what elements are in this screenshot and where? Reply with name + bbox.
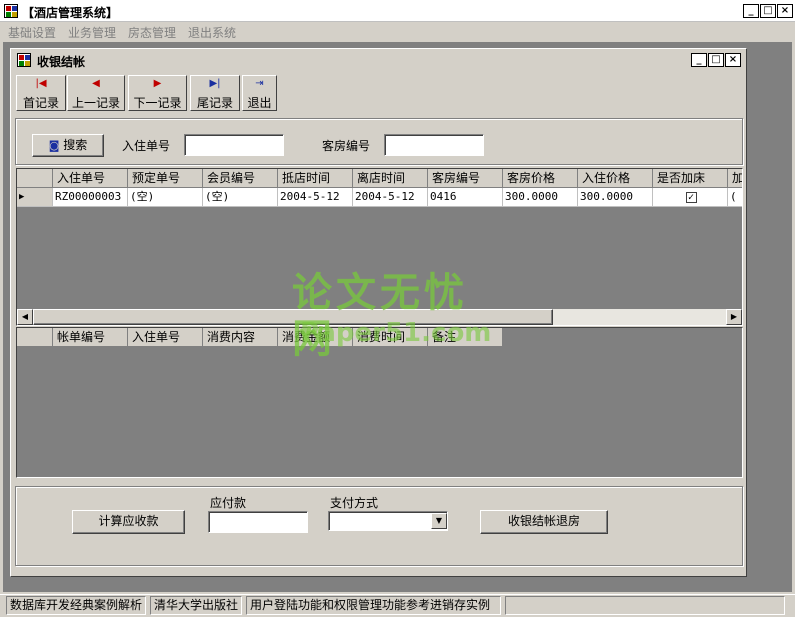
grid-header[interactable]: 消费内容 (203, 328, 278, 347)
app-icon (4, 4, 18, 18)
maximize-button[interactable]: □ (760, 4, 776, 18)
grid-header[interactable]: 入住单号 (53, 169, 128, 188)
last-record-button[interactable]: ▶| 尾记录 (190, 75, 240, 111)
status-panel-publisher: 清华大学出版社 (150, 596, 242, 615)
search-button[interactable]: ◙ 搜索 (32, 134, 104, 157)
grid-cell[interactable]: RZ00000003 (53, 188, 128, 207)
close-button[interactable]: × (777, 4, 793, 18)
grid-cell[interactable]: 2004-5-12 (278, 188, 353, 207)
grid-cell[interactable]: 300.0000 (578, 188, 653, 207)
child-maximize-button[interactable]: □ (708, 53, 724, 67)
grid-header[interactable]: 加 (728, 169, 742, 188)
child-close-button[interactable]: × (725, 53, 741, 67)
grid-header[interactable]: 客房价格 (503, 169, 578, 188)
checkout-button[interactable]: 收银结帐退房 (480, 510, 608, 534)
menu-basic-settings[interactable]: 基础设置 (8, 24, 56, 41)
room-number-label: 客房编号 (322, 139, 371, 153)
status-panel-empty (505, 596, 785, 615)
status-panel-note: 用户登陆功能和权限管理功能参考进销存实例 (246, 596, 501, 615)
payment-method-select[interactable]: ▼ (328, 511, 448, 531)
child-titlebar (13, 51, 744, 70)
bill-grid[interactable]: 帐单编号 入住单号 消费内容 消费金额 消费时间 备注 (16, 327, 743, 478)
exit-button[interactable]: ⇥ 退出 (242, 75, 277, 111)
grid-cell[interactable]: 300.0000 (503, 188, 578, 207)
grid-header[interactable]: 预定单号 (128, 169, 203, 188)
menu-bar (0, 22, 795, 42)
checkin-number-label: 入住单号 (122, 139, 171, 153)
next-record-label: 下一记录 (133, 96, 182, 110)
scroll-left-icon[interactable]: ◀ (17, 309, 33, 325)
exit-icon: ⇥ (255, 78, 264, 89)
grid-header[interactable]: 会员编号 (203, 169, 278, 188)
payable-label: 应付款 (210, 496, 247, 510)
grid-corner (17, 328, 53, 347)
grid-header[interactable]: 是否加床 (653, 169, 728, 188)
menu-business[interactable]: 业务管理 (68, 24, 116, 41)
grid-header[interactable]: 离店时间 (353, 169, 428, 188)
grid-cell[interactable]: 0416 (428, 188, 503, 207)
watermark-url: Paper51.com (300, 318, 492, 348)
scroll-right-icon[interactable]: ▶ (726, 309, 742, 325)
grid-header[interactable]: 帐单编号 (53, 328, 128, 347)
child-window-icon (17, 53, 31, 67)
row-indicator[interactable]: ▶ (17, 188, 53, 207)
grid-header[interactable]: 入住价格 (578, 169, 653, 188)
chevron-down-icon[interactable]: ▼ (431, 513, 447, 529)
grid-cell[interactable]: ( (728, 188, 742, 207)
grid-header[interactable]: 入住单号 (128, 328, 203, 347)
menu-exit-system[interactable]: 退出系统 (188, 24, 236, 41)
minimize-button[interactable]: _ (743, 4, 759, 18)
last-record-label: 尾记录 (196, 96, 233, 110)
prev-record-icon: ◀ (92, 78, 100, 89)
calculate-receivable-button[interactable]: 计算应收款 (72, 510, 185, 534)
watermark-text: 论文无忧网 (292, 270, 468, 362)
binoculars-icon: ◙ (48, 139, 60, 152)
search-button-label: 搜索 (63, 138, 88, 152)
payable-input[interactable] (208, 511, 308, 533)
extra-bed-cell[interactable]: ✓ (653, 188, 728, 207)
next-record-button[interactable]: ▶ 下一记录 (128, 75, 187, 111)
grid-cell[interactable]: 2004-5-12 (353, 188, 428, 207)
checkin-number-input[interactable] (184, 134, 284, 156)
menu-room-status[interactable]: 房态管理 (128, 24, 176, 41)
next-record-icon: ▶ (153, 78, 162, 89)
extra-bed-checkbox[interactable]: ✓ (685, 192, 697, 203)
child-title: 收银结帐 (37, 55, 86, 69)
last-record-icon: ▶| (209, 78, 221, 89)
exit-label: 退出 (247, 96, 272, 110)
grid-corner (17, 169, 53, 188)
grid-header[interactable]: 客房编号 (428, 169, 503, 188)
prev-record-label: 上一记录 (71, 96, 120, 110)
app-titlebar (0, 0, 795, 22)
grid-cell[interactable]: (空) (203, 188, 278, 207)
first-record-button[interactable]: |◀ 首记录 (16, 75, 66, 111)
room-number-input[interactable] (384, 134, 484, 156)
grid-header[interactable]: 抵店时间 (278, 169, 353, 188)
first-record-label: 首记录 (22, 96, 59, 110)
app-title: 【酒店管理系统】 (22, 6, 119, 20)
payment-method-label: 支付方式 (330, 496, 379, 510)
first-record-icon: |◀ (35, 78, 47, 89)
grid-cell[interactable]: (空) (128, 188, 203, 207)
status-panel-book: 数据库开发经典案例解析 (6, 596, 146, 615)
prev-record-button[interactable]: ◀ 上一记录 (67, 75, 125, 111)
child-minimize-button[interactable]: _ (691, 53, 707, 67)
